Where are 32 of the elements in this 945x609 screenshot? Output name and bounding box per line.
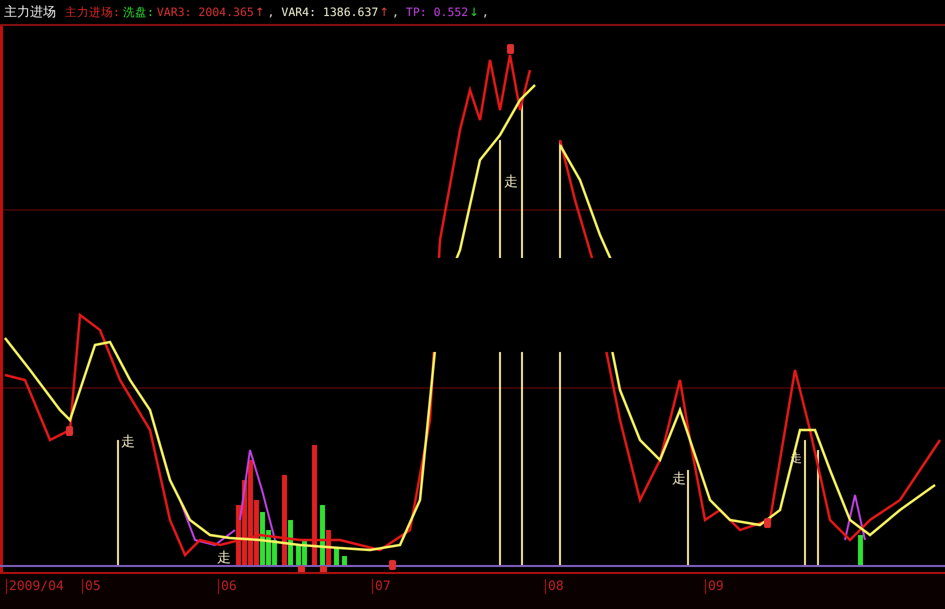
indicator-value: TP: 0.552 — [406, 5, 468, 19]
axis-label: 06 — [218, 579, 237, 594]
trend-arrow: ↑ — [254, 5, 264, 19]
signal-marker — [389, 560, 396, 570]
signal-marker — [66, 426, 73, 436]
histogram-bar — [342, 556, 347, 566]
signal-label: 走 — [121, 434, 135, 450]
separator-text: , — [267, 5, 274, 19]
indicator-value: VAR4: 1386.637 — [281, 5, 378, 19]
indicator-value: VAR3: 2004.365 — [156, 5, 254, 19]
trend-arrow: ↓ — [469, 5, 479, 19]
signal-label: 走 — [504, 174, 518, 190]
separator-text: , — [392, 5, 399, 19]
signal-marker — [320, 566, 327, 572]
axis-label: 09 — [705, 579, 724, 594]
axis-label: 05 — [82, 579, 101, 594]
histogram-bar — [334, 548, 339, 566]
indicator-value: 主力进场: — [65, 4, 120, 20]
signal-marker — [298, 566, 305, 572]
axis-label: 07 — [372, 579, 391, 594]
axis-label: 08 — [545, 579, 564, 594]
signal-label: 走 — [672, 471, 686, 487]
indicator-line — [844, 494, 866, 540]
histogram-bar — [858, 535, 863, 566]
indicator-title: 主力进场 — [4, 4, 56, 21]
indicator-value: 洗盘: — [122, 4, 154, 20]
signal-marker — [507, 44, 514, 54]
signal-marker — [764, 518, 771, 528]
separator-text: , — [482, 5, 489, 19]
trend-arrow: ↑ — [379, 5, 389, 19]
axis-label: 2009/04 — [6, 579, 64, 594]
signal-label: 走 — [217, 550, 231, 566]
